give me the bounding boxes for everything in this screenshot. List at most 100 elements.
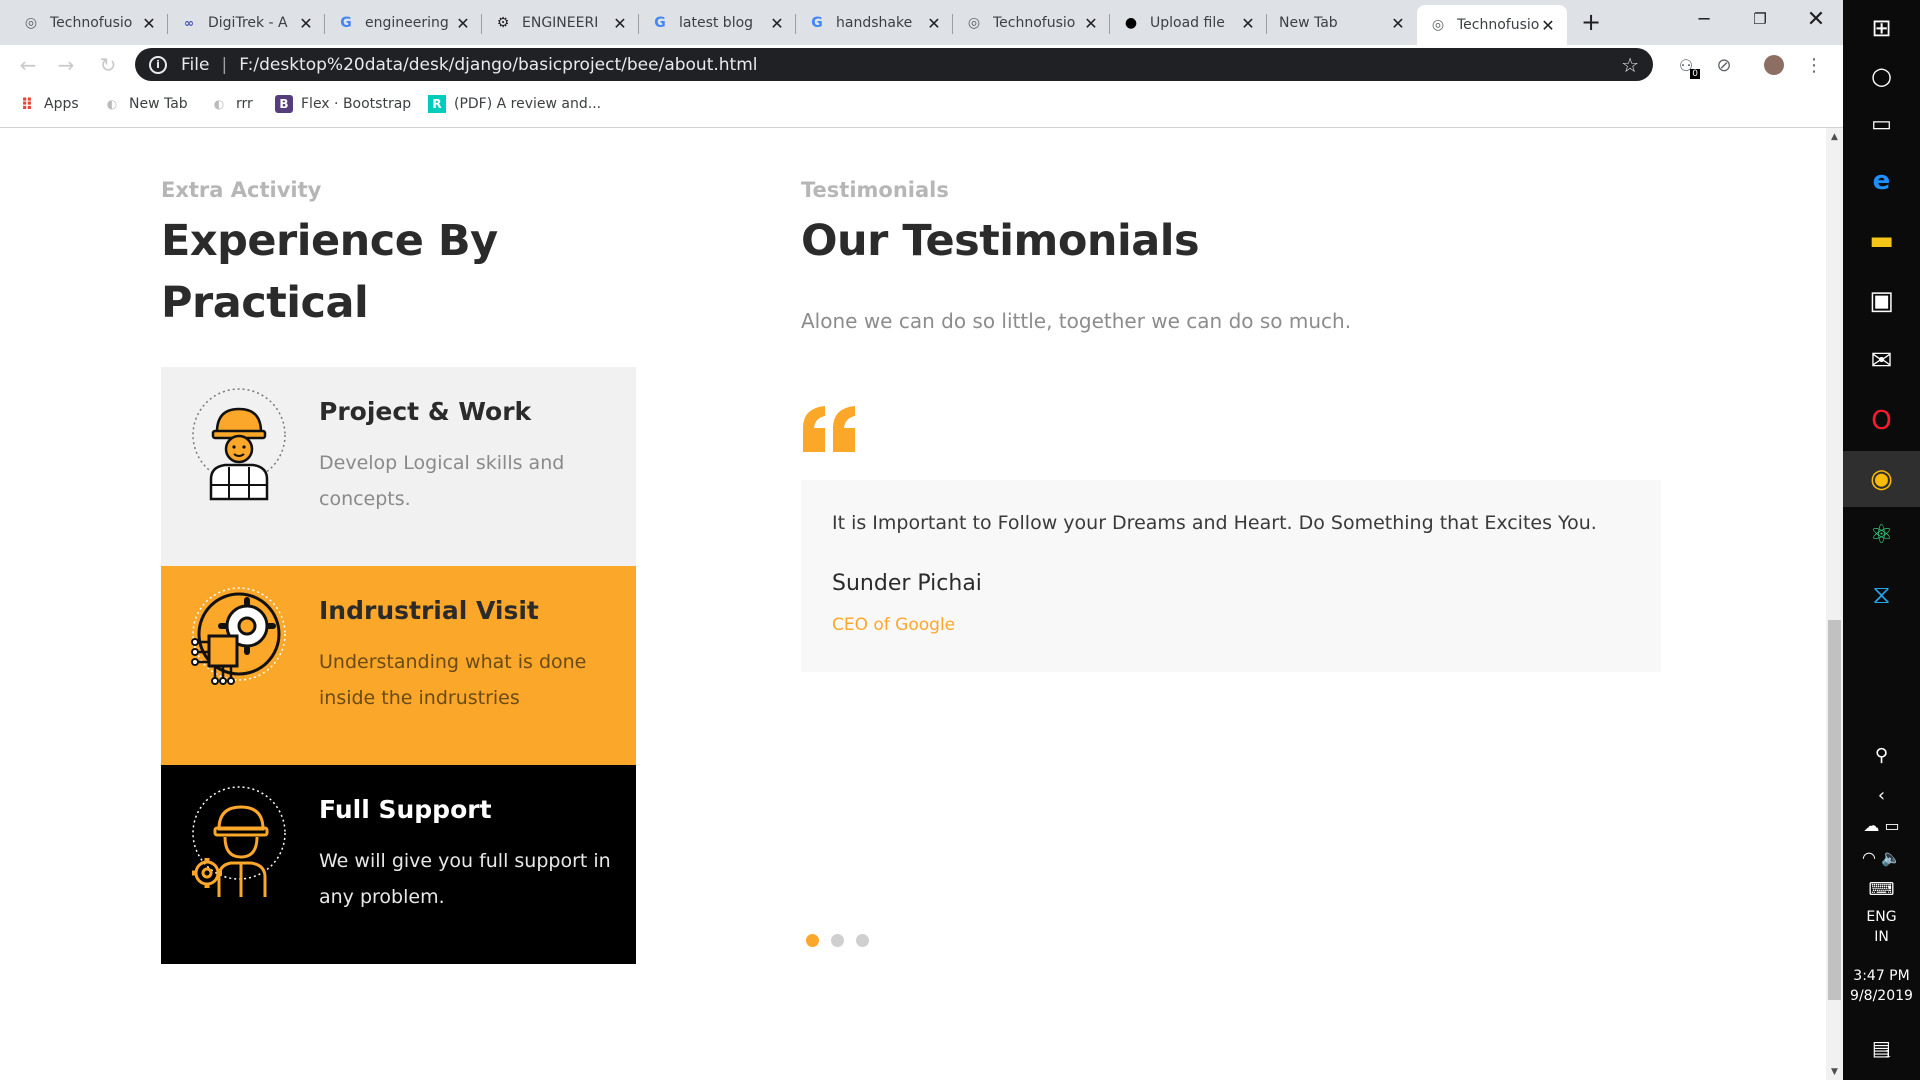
clock[interactable]: 3:47 PM 9/8/2019	[1843, 968, 1920, 1004]
mail-icon[interactable]: ✉	[1843, 333, 1920, 389]
activity-card-project: Project & Work Develop Logical skills an…	[161, 367, 636, 566]
clock-date: 9/8/2019	[1850, 988, 1913, 1004]
bookmark-label: rrr	[236, 96, 253, 112]
bookmark-apps[interactable]: ⠿ Apps	[18, 95, 79, 114]
bookmark-new-tab[interactable]: ◐ New Tab	[103, 95, 188, 113]
language-line2: IN	[1874, 929, 1889, 945]
back-arrow-icon[interactable]: ←	[14, 51, 42, 79]
task-view-icon[interactable]: ▭	[1843, 96, 1920, 152]
card-description: Develop Logical skills and concepts.	[319, 452, 565, 510]
edge-browser-icon[interactable]: e	[1843, 153, 1920, 209]
researchgate-icon: R	[428, 95, 446, 113]
scrollbar-thumb[interactable]	[1828, 620, 1841, 1000]
tab-upload-file[interactable]: ● Upload file ✕	[1110, 6, 1267, 40]
bookmark-star-icon[interactable]: ☆	[1621, 53, 1639, 77]
support-engineer-icon	[192, 786, 286, 897]
close-tab-icon[interactable]: ✕	[1082, 14, 1100, 33]
toolbar: ← → ↻ i File | F:/desktop%20data/desk/dj…	[0, 45, 1843, 83]
tab-title: Technofusio	[993, 15, 1076, 31]
close-tab-icon[interactable]: ✕	[925, 14, 943, 33]
atom-icon[interactable]: ⚛	[1843, 507, 1920, 563]
extension-icon[interactable]: ⚇ 0	[1672, 51, 1700, 79]
close-tab-icon[interactable]: ✕	[140, 14, 158, 33]
testimonial-card: It is Important to Follow your Dreams an…	[801, 480, 1661, 672]
avatar[interactable]	[1760, 51, 1788, 79]
tab-engineering[interactable]: G engineering ✕	[325, 6, 482, 40]
chrome-icon[interactable]: ◉	[1843, 451, 1920, 507]
carousel-dot-1[interactable]	[806, 934, 819, 947]
notification-count: 1	[1884, 1048, 1892, 1060]
industrial-gear-icon	[191, 587, 286, 685]
tab-engineeri[interactable]: ⚙ ENGINEERI ✕	[482, 6, 639, 40]
testimonial-text: It is Important to Follow your Dreams an…	[832, 512, 1597, 534]
address-url: F:/desktop%20data/desk/django/basicproje…	[239, 54, 758, 75]
tab-new-tab[interactable]: New Tab ✕	[1267, 6, 1417, 40]
card-description: We will give you full support in any pro…	[319, 850, 611, 908]
scroll-up-arrow-icon[interactable]: ▲	[1826, 128, 1843, 145]
tab-handshake[interactable]: G handshake ✕	[796, 6, 953, 40]
github-icon: ●	[1124, 15, 1138, 31]
info-icon[interactable]: i	[149, 55, 167, 74]
opera-icon[interactable]: O	[1843, 393, 1920, 449]
tab-title: Upload file	[1150, 15, 1225, 31]
scroll-down-arrow-icon[interactable]: ▼	[1826, 1063, 1843, 1080]
action-center-icon[interactable]: ▤ 1	[1843, 1020, 1920, 1076]
tab-strip: ◎ Technofusio ✕ ∞ DigiTrek - A ✕ G engin…	[0, 0, 1843, 45]
new-tab-button[interactable]: +	[1574, 7, 1608, 37]
globe-icon: ◐	[106, 97, 118, 111]
google-icon: G	[340, 15, 352, 31]
bookmarks-bar: ⠿ Apps ◐ New Tab ◐ rrr B Flex · Bootstra…	[0, 83, 1843, 128]
vscode-icon[interactable]: ⧖	[1843, 567, 1920, 623]
left-heading-line1: Experience By	[161, 216, 498, 266]
language-indicator[interactable]: ENG IN	[1843, 909, 1920, 945]
quote-icon	[803, 406, 855, 452]
tab-title: ENGINEERI	[522, 15, 599, 31]
bookmark-rrr[interactable]: ◐ rrr	[210, 95, 253, 113]
menu-kebab-icon[interactable]: ⋮	[1800, 51, 1828, 79]
testimonial-author: Sunder Pichai	[832, 571, 982, 596]
extension-badge: 0	[1690, 69, 1700, 79]
minimize-icon[interactable]: ─	[1676, 0, 1732, 38]
carousel-dot-2[interactable]	[831, 934, 844, 947]
carousel-dot-3[interactable]	[856, 934, 869, 947]
left-heading-line2: Practical	[161, 278, 369, 328]
store-icon[interactable]: ▣	[1843, 273, 1920, 329]
tab-technofusion-1[interactable]: ◎ Technofusio ✕	[10, 6, 168, 40]
browser-chrome: ◎ Technofusio ✕ ∞ DigiTrek - A ✕ G engin…	[0, 0, 1843, 128]
tab-title: latest blog	[679, 15, 754, 31]
tab-technofusion-active[interactable]: ◎ Technofusio ✕	[1417, 5, 1567, 45]
page-scrollbar[interactable]: ▲ ▼	[1826, 128, 1843, 1080]
bookmark-label: Apps	[44, 96, 79, 112]
tab-title: Technofusio	[50, 15, 133, 31]
tab-title: Technofusio	[1457, 17, 1539, 33]
reload-icon[interactable]: ↻	[94, 51, 122, 79]
close-tab-icon[interactable]: ✕	[297, 14, 315, 33]
language-line1: ENG	[1866, 909, 1897, 925]
close-tab-icon[interactable]: ✕	[611, 14, 629, 33]
card-title: Indrustrial Visit	[319, 596, 539, 625]
close-tab-icon[interactable]: ✕	[1239, 14, 1257, 33]
close-tab-icon[interactable]: ✕	[454, 14, 472, 33]
grammar-extension-icon[interactable]: ⊘	[1710, 51, 1738, 79]
activity-card-industrial-visit: Indrustrial Visit Understanding what is …	[161, 566, 636, 765]
tab-technofusion-2[interactable]: ◎ Technofusio ✕	[953, 6, 1110, 40]
close-tab-icon[interactable]: ✕	[1539, 16, 1557, 35]
bookmark-pdf-review[interactable]: R (PDF) A review and...	[428, 95, 601, 113]
close-tab-icon[interactable]: ✕	[768, 14, 786, 33]
close-window-icon[interactable]: ✕	[1788, 0, 1844, 38]
bookmark-label: (PDF) A review and...	[454, 96, 602, 112]
google-icon: G	[654, 15, 666, 31]
address-bar[interactable]: i File | F:/desktop%20data/desk/django/b…	[135, 48, 1653, 81]
engine-icon: ⚙	[496, 15, 510, 31]
close-tab-icon[interactable]: ✕	[1389, 14, 1407, 33]
card-description: Understanding what is done inside the in…	[319, 651, 587, 709]
forward-arrow-icon[interactable]: →	[52, 51, 80, 79]
tab-digitrek[interactable]: ∞ DigiTrek - A ✕	[168, 6, 325, 40]
file-explorer-icon[interactable]: ▬	[1843, 213, 1920, 269]
globe-icon: ◐	[213, 97, 225, 111]
restore-icon[interactable]: ❐	[1732, 0, 1788, 38]
tab-latest-blog[interactable]: G latest blog ✕	[639, 6, 796, 40]
bookmark-flex-bootstrap[interactable]: B Flex · Bootstrap	[275, 95, 411, 113]
carousel-dots	[806, 934, 869, 947]
address-divider: |	[221, 54, 228, 75]
